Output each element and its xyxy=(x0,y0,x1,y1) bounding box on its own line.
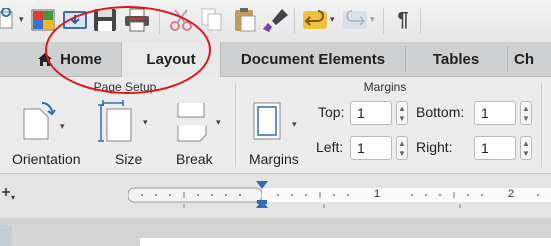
svg-text:▾: ▾ xyxy=(143,117,148,127)
redo-icon[interactable] xyxy=(342,6,368,34)
bottom-margin-label: Bottom: xyxy=(416,104,465,120)
sidebar-toggle[interactable] xyxy=(0,225,12,246)
break-label: Break xyxy=(176,151,213,167)
margins-label: Margins xyxy=(249,151,299,167)
top-margin-stepper[interactable]: ▲ ▼ xyxy=(396,101,408,125)
svg-text:▾: ▾ xyxy=(216,117,221,127)
document-page[interactable] xyxy=(140,238,551,246)
break-icon: ▾ xyxy=(177,103,221,142)
size-button[interactable]: ▾ Size xyxy=(97,99,157,169)
highlight-circle-annotation xyxy=(45,6,211,94)
ribbon-panel: Page Setup Margins ▾ Orientation ▾ Size … xyxy=(0,77,551,174)
ruler-mark-2: 2 xyxy=(508,188,515,200)
ruler-mark-1: 1 xyxy=(374,188,381,200)
tab-charts[interactable]: Ch xyxy=(514,42,551,76)
left-margin-input[interactable]: 1 xyxy=(350,136,392,160)
orientation-button[interactable]: ▾ Orientation xyxy=(12,99,82,169)
top-margin-label: Top: xyxy=(318,104,345,120)
chevron-down-icon[interactable]: ▾ xyxy=(330,14,335,25)
chevron-down-icon[interactable]: ▾ xyxy=(19,14,24,25)
right-margin-stepper[interactable]: ▲ ▼ xyxy=(520,136,532,160)
left-margin-label: Left: xyxy=(316,139,344,155)
templates-icon[interactable] xyxy=(30,6,56,34)
svg-text:▾: ▾ xyxy=(11,193,15,202)
pilcrow-icon[interactable]: ¶ xyxy=(392,6,414,34)
tab-label: Document Elements xyxy=(240,50,386,68)
undo-icon[interactable] xyxy=(302,6,328,34)
toolbar-separator xyxy=(383,8,384,34)
break-button[interactable]: ▾ Break xyxy=(172,99,227,169)
top-margin-input[interactable]: 1 xyxy=(350,101,392,125)
svg-text:▾: ▾ xyxy=(292,119,297,129)
size-icon: ▾ xyxy=(98,100,148,142)
tab-tables[interactable]: Tables xyxy=(406,42,506,76)
orientation-icon: ▾ xyxy=(23,102,65,140)
right-margin-label: Right: xyxy=(416,139,453,155)
right-margin-input[interactable]: 1 xyxy=(474,136,516,160)
toolbar-separator xyxy=(294,8,295,34)
bottom-margin-input[interactable]: 1 xyxy=(474,101,516,125)
paste-icon[interactable] xyxy=(232,6,258,34)
tab-label: Tables xyxy=(432,50,480,68)
size-label: Size xyxy=(115,151,143,167)
group-divider xyxy=(541,83,542,167)
chevron-down-icon[interactable]: ▾ xyxy=(370,14,375,25)
tab-stop-selector-icon[interactable]: ▾ xyxy=(2,184,24,202)
toolbar-separator xyxy=(420,8,421,34)
margins-icon: ▾ xyxy=(253,102,297,140)
tab-separator xyxy=(507,46,508,72)
svg-text:▾: ▾ xyxy=(60,121,65,131)
new-document-icon[interactable] xyxy=(0,6,16,34)
ruler-scale xyxy=(128,181,551,208)
left-margin-stepper[interactable]: ▲ ▼ xyxy=(396,136,408,160)
group-divider xyxy=(235,83,236,167)
copy-icon[interactable] xyxy=(200,6,224,34)
margins-button[interactable]: ▾ Margins xyxy=(246,99,306,169)
horizontal-ruler[interactable]: ▾ 1 2 xyxy=(0,174,551,218)
orientation-label: Orientation xyxy=(12,151,81,167)
group-title-margins: Margins xyxy=(363,80,407,94)
tab-document-elements[interactable]: Document Elements xyxy=(222,42,404,76)
tab-label: Ch xyxy=(514,50,534,68)
bottom-margin-stepper[interactable]: ▲ ▼ xyxy=(520,101,532,125)
format-painter-icon[interactable] xyxy=(262,6,290,34)
